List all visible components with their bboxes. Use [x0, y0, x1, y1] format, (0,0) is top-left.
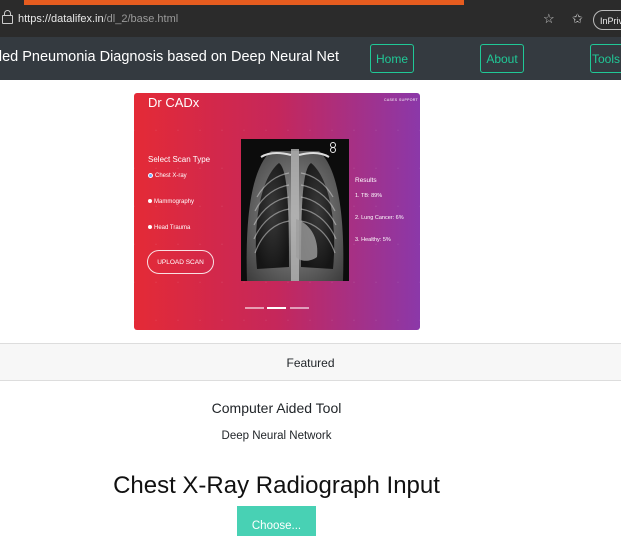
active-browser-tab[interactable]: [24, 0, 464, 5]
inprivate-badge[interactable]: InPriva: [593, 10, 621, 30]
favorite-star-icon[interactable]: ☆: [543, 11, 555, 27]
url-field[interactable]: https://datalifex.in/dl_2/base.html: [18, 13, 178, 25]
carousel-indicator[interactable]: [290, 307, 309, 309]
choose-file-button[interactable]: Choose...: [237, 506, 316, 536]
favorites-icon[interactable]: ✩: [572, 11, 583, 27]
scan-type-title: Select Scan Type: [148, 155, 211, 164]
url-host: https://datalifex.in: [18, 13, 104, 25]
lock-icon[interactable]: [2, 10, 13, 24]
nav-about-button[interactable]: About: [480, 44, 524, 73]
radio-selected-icon: [148, 173, 153, 178]
hero-nav-support: SUPPORT: [399, 98, 418, 102]
result-item: 1. TB: 89%: [355, 193, 383, 199]
card-subtitle: Deep Neural Network: [221, 430, 332, 442]
result-item: 2. Lung Cancer: 6%: [355, 215, 404, 221]
scan-option-chest-xray: Chest X-ray: [148, 173, 187, 179]
hero-carousel-image: Dr CADx CASES SUPPORT Select Scan Type C…: [134, 93, 420, 330]
radio-icon: [148, 225, 152, 230]
nav-tools-button[interactable]: Tools: [590, 44, 621, 73]
results-title: Results: [355, 177, 377, 184]
scan-option-head-trauma: Head Trauma: [148, 225, 190, 231]
scan-option-mammography: Mammography: [148, 199, 194, 205]
card-title: Computer Aided Tool: [211, 400, 342, 416]
site-navbar: ded Pneumonia Diagnosis based on Deep Ne…: [0, 37, 621, 80]
chest-xray-image: [241, 139, 349, 281]
browser-address-bar: https://datalifex.in/dl_2/base.html ☆ ✩ …: [0, 6, 621, 37]
radio-icon: [148, 199, 152, 204]
hero-nav-cases: CASES: [384, 98, 398, 102]
nav-home-button[interactable]: Home: [370, 44, 414, 73]
section-title: Chest X-Ray Radiograph Input: [113, 472, 440, 499]
site-brand[interactable]: ded Pneumonia Diagnosis based on Deep Ne…: [0, 49, 339, 65]
url-path: /dl_2/base.html: [103, 13, 179, 25]
featured-header: Featured: [0, 343, 621, 381]
scan-option-label: Chest X-ray: [155, 173, 187, 180]
carousel-indicator-active[interactable]: [267, 307, 286, 309]
hero-logo: Dr CADx: [148, 95, 200, 110]
scan-option-label: Mammography: [154, 199, 195, 205]
result-item: 3. Healthy: 5%: [355, 237, 391, 243]
scan-option-label: Head Trauma: [154, 225, 191, 231]
carousel-indicator[interactable]: [245, 307, 264, 309]
upload-scan-graphic: UPLOAD SCAN: [147, 250, 214, 274]
